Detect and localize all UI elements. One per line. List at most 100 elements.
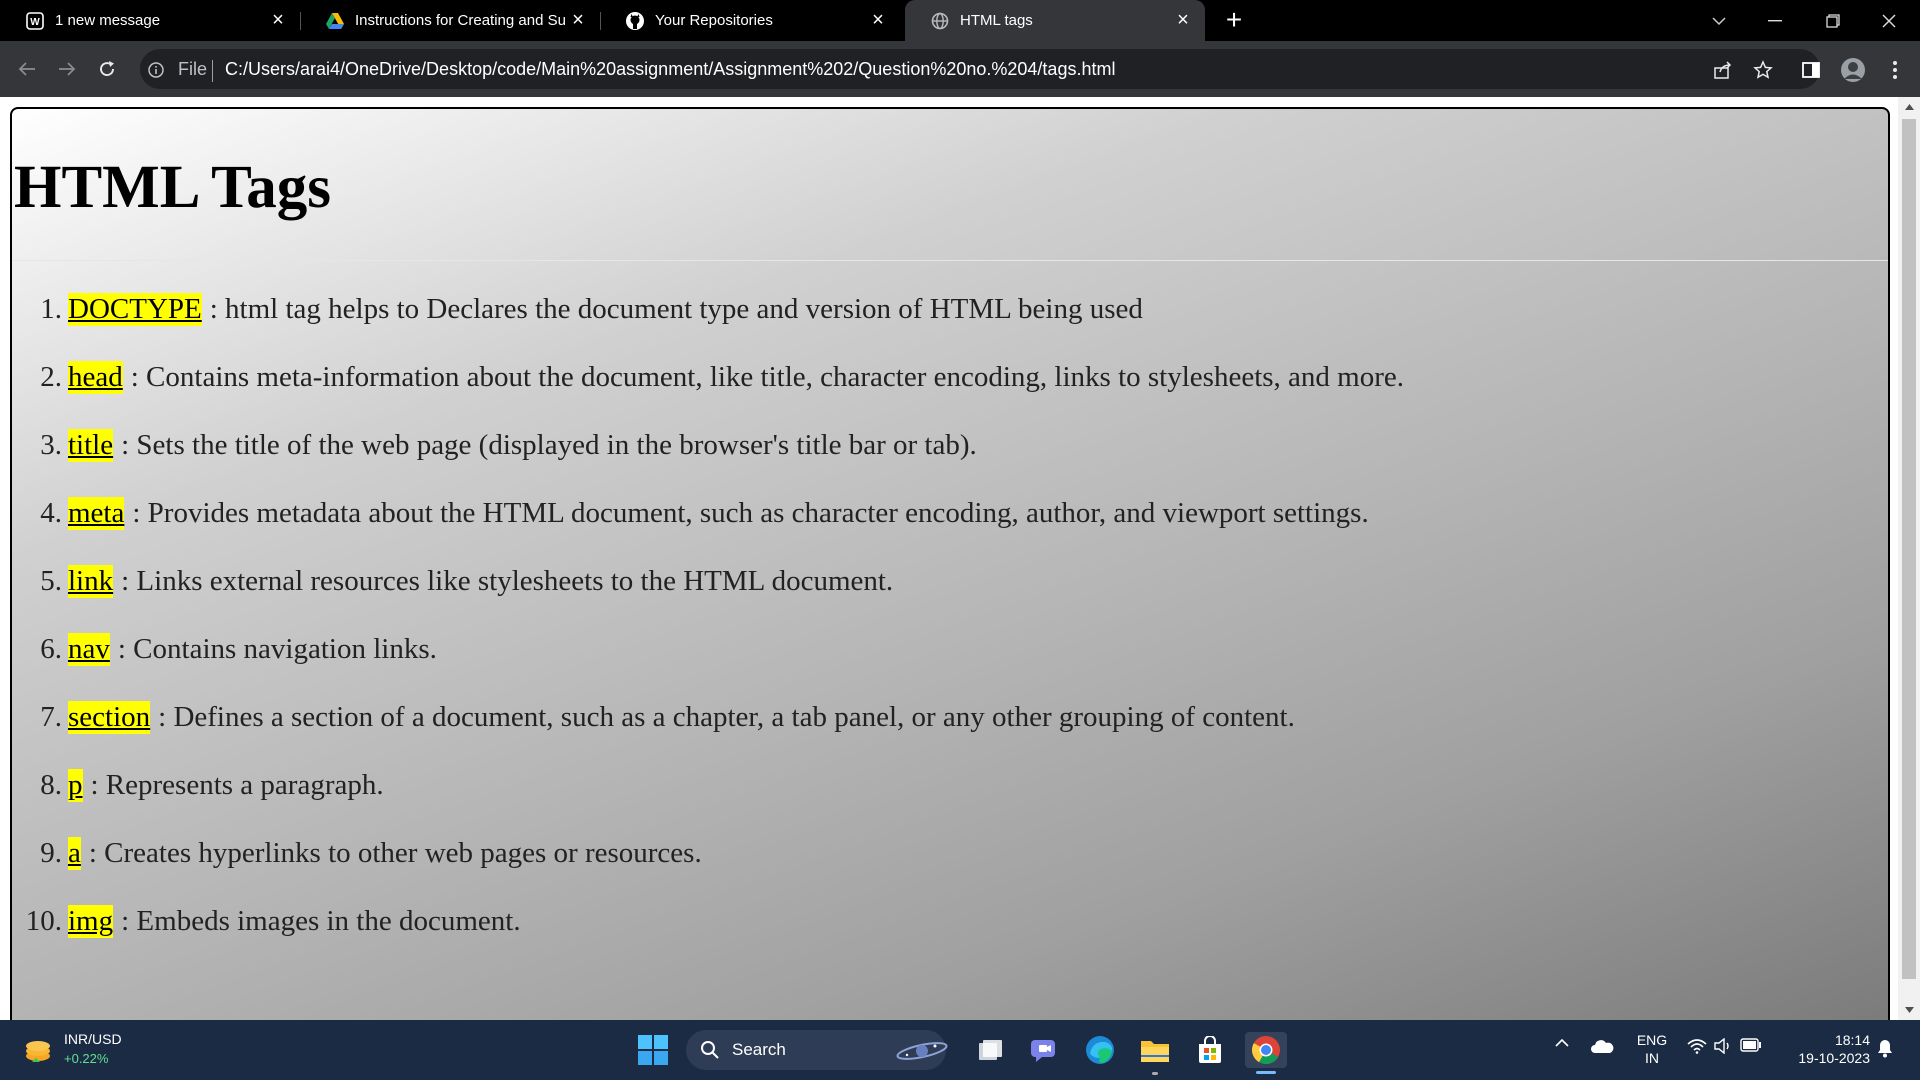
tab-title: 1 new message — [55, 12, 161, 29]
list-item: 9. a : Creates hyperlinks to other web p… — [12, 837, 702, 877]
close-icon[interactable]: × — [1171, 9, 1195, 33]
item-number: 7. — [40, 701, 62, 733]
region-code: IN — [1645, 1050, 1659, 1066]
onedrive-cloud-icon[interactable] — [1590, 1038, 1614, 1054]
tag-link[interactable]: title — [68, 429, 114, 462]
side-panel-icon[interactable] — [1798, 57, 1824, 83]
tag-description: : Defines a section of a document, such … — [158, 701, 1295, 733]
restore-icon — [1826, 13, 1840, 28]
time: 18:14 — [1834, 1032, 1870, 1048]
notification-bell-icon[interactable] — [1874, 1038, 1896, 1058]
tag-description: : Contains navigation links. — [117, 633, 437, 665]
close-icon[interactable]: × — [566, 9, 590, 33]
teams-chat-icon[interactable] — [1027, 1032, 1063, 1068]
chrome-icon[interactable] — [1245, 1032, 1287, 1068]
scrollbar-thumb[interactable] — [1902, 119, 1916, 979]
item-number: 6. — [40, 633, 62, 665]
tag-link[interactable]: a — [68, 837, 81, 870]
restore-button[interactable] — [1810, 0, 1856, 41]
globe-icon — [930, 11, 950, 31]
battery-icon[interactable] — [1738, 1038, 1764, 1052]
start-button[interactable] — [638, 1035, 668, 1065]
close-window-button[interactable] — [1866, 0, 1912, 41]
tag-description: : html tag helps to Declares the documen… — [209, 293, 1143, 325]
currency-widget-icon[interactable] — [22, 1034, 54, 1071]
tag-description: : Contains meta-information about the do… — [130, 361, 1404, 393]
widget-value: +0.22% — [64, 1051, 109, 1066]
tag-link[interactable]: p — [68, 769, 83, 802]
new-tab-button[interactable]: + — [1220, 6, 1248, 34]
close-icon[interactable]: × — [866, 9, 890, 33]
item-number: 10. — [25, 905, 62, 937]
tag-description: : Represents a paragraph. — [90, 769, 384, 801]
list-item: 6. nav : Contains navigation links. — [12, 633, 437, 673]
show-hidden-icons-chevron-icon[interactable] — [1554, 1038, 1570, 1048]
page-viewport: HTML Tags 1. DOCTYPE : html tag helps to… — [0, 97, 1920, 1020]
wifi-icon[interactable] — [1686, 1038, 1708, 1054]
share-icon[interactable] — [1710, 57, 1736, 83]
chevron-down-icon — [1712, 16, 1726, 25]
menu-kebab-icon[interactable] — [1882, 57, 1908, 83]
tab-strip: W 1 new message × Instructions for Creat… — [0, 0, 1920, 41]
tab-wordpress[interactable]: W 1 new message × — [0, 0, 300, 41]
forward-arrow-icon — [59, 62, 76, 76]
scheme-label: File — [178, 59, 208, 79]
scroll-up-arrow-icon[interactable] — [1898, 97, 1920, 117]
widget-title[interactable]: INR/USD — [64, 1031, 122, 1047]
info-icon[interactable] — [148, 62, 164, 83]
reload-icon — [100, 61, 114, 76]
url-text[interactable]: C:/Users/arai4/OneDrive/Desktop/code/Mai… — [225, 59, 1115, 80]
list-item: 8. p : Represents a paragraph. — [12, 769, 384, 809]
minimize-button[interactable] — [1752, 0, 1798, 41]
list-item: 5. link : Links external resources like … — [12, 565, 893, 605]
profile-avatar[interactable] — [1840, 57, 1866, 83]
list-item: 4. meta : Provides metadata about the HT… — [12, 497, 1369, 537]
tag-link[interactable]: nav — [68, 633, 110, 666]
item-number: 9. — [40, 837, 62, 869]
back-arrow-icon — [18, 62, 35, 76]
close-icon — [1882, 14, 1896, 27]
bookmark-star-icon[interactable] — [1750, 57, 1776, 83]
windows-logo-icon — [638, 1035, 668, 1065]
clock[interactable]: 18:14 19-10-2023 — [1780, 1031, 1870, 1067]
github-icon — [625, 11, 645, 31]
tag-description: : Provides metadata about the HTML docum… — [132, 497, 1369, 529]
tag-link[interactable]: head — [68, 361, 123, 394]
active-app-indicator — [1256, 1071, 1276, 1074]
tag-link[interactable]: meta — [68, 497, 125, 530]
tag-link[interactable]: section — [68, 701, 151, 734]
search-label: Search — [732, 1040, 786, 1059]
item-number: 1. — [40, 293, 62, 325]
tab-search-button[interactable] — [1696, 0, 1742, 41]
back-button[interactable] — [11, 53, 43, 85]
content-container: HTML Tags 1. DOCTYPE : html tag helps to… — [10, 107, 1890, 1020]
tab-github[interactable]: Your Repositories × — [600, 0, 900, 41]
vertical-scrollbar[interactable] — [1898, 97, 1920, 1020]
date: 19-10-2023 — [1798, 1050, 1870, 1066]
item-number: 2. — [40, 361, 62, 393]
search-icon — [700, 1040, 720, 1065]
tab-html-tags[interactable]: HTML tags × — [905, 0, 1205, 41]
tag-link[interactable]: link — [68, 565, 114, 598]
windows-taskbar: INR/USD +0.22% Search ENG IN 18:14 19-10… — [0, 1020, 1920, 1080]
scroll-down-arrow-icon[interactable] — [1898, 1000, 1920, 1020]
edge-icon[interactable] — [1082, 1032, 1118, 1068]
file-explorer-icon[interactable] — [1137, 1032, 1173, 1068]
address-separator — [212, 60, 213, 82]
tab-google-drive[interactable]: Instructions for Creating and Sub × — [300, 0, 600, 41]
page-title: HTML Tags — [14, 154, 332, 221]
page-header: HTML Tags — [12, 109, 1888, 261]
svg-text:W: W — [30, 17, 40, 28]
forward-button[interactable] — [51, 53, 83, 85]
task-view-icon[interactable] — [973, 1032, 1009, 1068]
volume-icon[interactable] — [1712, 1038, 1734, 1054]
tag-link[interactable]: DOCTYPE — [68, 293, 202, 326]
list-item: 7. section : Defines a section of a docu… — [12, 701, 1295, 741]
microsoft-store-icon[interactable] — [1192, 1032, 1228, 1068]
item-number: 5. — [40, 565, 62, 597]
item-number: 8. — [40, 769, 62, 801]
tag-link[interactable]: img — [68, 905, 114, 938]
reload-button[interactable] — [91, 53, 123, 85]
language-indicator[interactable]: ENG IN — [1632, 1031, 1672, 1067]
close-icon[interactable]: × — [266, 9, 290, 33]
